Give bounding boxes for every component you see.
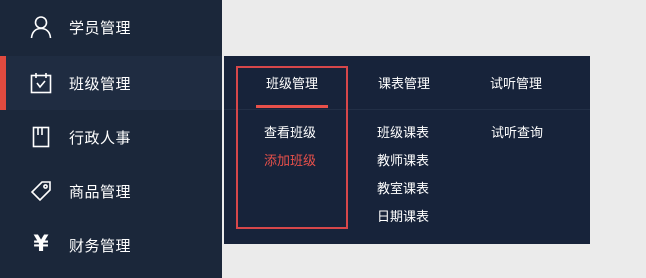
link-classroom-schedule[interactable]: 教室课表 bbox=[377, 178, 429, 197]
link-trial-query[interactable]: 试听查询 bbox=[491, 122, 543, 141]
submenu-panel: 班级管理 课表管理 试听管理 查看班级 添加班级 班级课表 教师课表 教室课表 … bbox=[224, 56, 590, 244]
sidebar: 学员管理 班级管理 行政人事 商品管理 ¥ 财务管理 bbox=[0, 0, 222, 278]
book-icon bbox=[29, 125, 53, 149]
highlight-box bbox=[236, 66, 348, 229]
sidebar-item-label: 行政人事 bbox=[69, 128, 132, 147]
sidebar-item-label: 学员管理 bbox=[69, 18, 132, 37]
calendar-icon bbox=[29, 71, 53, 95]
sidebar-item-label: 商品管理 bbox=[69, 182, 132, 201]
sidebar-item-classes[interactable]: 班级管理 bbox=[0, 56, 222, 110]
link-date-schedule[interactable]: 日期课表 bbox=[377, 206, 429, 225]
user-icon bbox=[29, 15, 53, 39]
sidebar-item-products[interactable]: 商品管理 bbox=[0, 164, 222, 218]
link-class-schedule[interactable]: 班级课表 bbox=[377, 122, 429, 141]
link-teacher-schedule[interactable]: 教师课表 bbox=[377, 150, 429, 169]
sidebar-item-finance[interactable]: ¥ 财务管理 bbox=[0, 218, 222, 272]
sidebar-item-admin-hr[interactable]: 行政人事 bbox=[0, 110, 222, 164]
sidebar-item-label: 班级管理 bbox=[69, 74, 132, 93]
active-indicator bbox=[0, 56, 6, 110]
sidebar-item-students[interactable]: 学员管理 bbox=[0, 0, 222, 54]
sidebar-item-label: 财务管理 bbox=[69, 236, 132, 255]
yen-icon: ¥ bbox=[33, 232, 49, 257]
tab-trial-management[interactable]: 试听管理 bbox=[472, 56, 560, 108]
tab-schedule-management[interactable]: 课表管理 bbox=[360, 56, 448, 108]
tag-icon bbox=[29, 179, 53, 203]
